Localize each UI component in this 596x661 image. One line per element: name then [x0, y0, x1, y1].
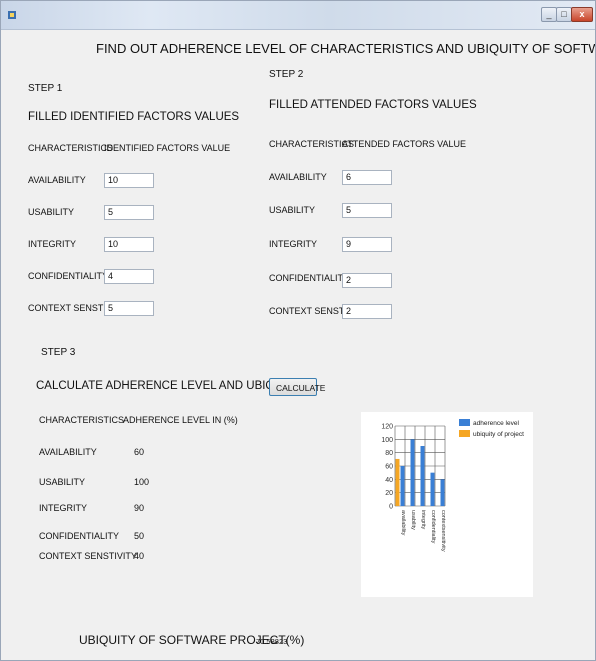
page-title: FIND OUT ADHERENCE LEVEL OF CHARACTERIST… — [96, 41, 595, 56]
chart-x-tick-label: integrity — [420, 510, 426, 530]
chart-bar-adherence — [410, 439, 415, 506]
step3-label-usability: USABILITY — [39, 477, 86, 487]
step3-usability-value: 100 — [134, 477, 150, 487]
step1-col-characteristics: CHARACTERISTICS — [28, 143, 114, 153]
step2-confidentiality-input[interactable]: 2 — [342, 273, 392, 288]
step3-availability-value: 60 — [134, 447, 145, 457]
legend-label-ubiquity: ubiquity of project — [473, 431, 524, 438]
step1-context-sensitivity-input[interactable]: 5 — [104, 301, 154, 316]
step2-col-value: ATTENDED FACTORS VALUE — [342, 139, 467, 149]
chart-x-tick-label: contextsensitivity — [440, 510, 446, 552]
chart-y-tick-label: 40 — [385, 477, 393, 484]
chart-x-tick-label: confidentiality — [430, 510, 436, 544]
adherence-chart-svg: 0 20 40 60 80 100 120 availability usability inte… — [381, 419, 524, 552]
app-icon — [7, 10, 17, 20]
step3-integrity-value: 90 — [134, 503, 145, 513]
calculate-button[interactable]: CALCULATE — [269, 378, 325, 396]
chart-bar-adherence — [440, 479, 445, 506]
chart-x-tick-label: usability — [410, 510, 416, 530]
step1-label: STEP 1 — [28, 83, 63, 94]
step3-label-integrity: INTEGRITY — [39, 503, 88, 513]
step2-label-integrity: INTEGRITY — [269, 239, 318, 249]
step3-label-context-sensitivity: CONTEXT SENSTIVITY — [39, 551, 137, 561]
legend-swatch-ubiquity — [459, 430, 470, 437]
step3-label-availability: AVAILABILITY — [39, 447, 97, 457]
chart-y-tick-label: 0 — [389, 504, 393, 511]
step2-label-availability: AVAILABILITY — [269, 172, 327, 182]
step2-label: STEP 2 — [269, 69, 304, 80]
app-window: _ □ x FIND OUT ADHERENCE LEVEL OF CHARAC… — [0, 0, 596, 661]
step2-heading: FILLED ATTENDED FACTORS VALUES — [269, 99, 477, 111]
step3-label-confidentiality: CONFIDENTIALITY — [39, 531, 120, 541]
chart-bar-adherence — [400, 466, 405, 506]
title-bar[interactable]: _ □ x — [1, 1, 595, 30]
step1-label-integrity: INTEGRITY — [28, 239, 77, 249]
chart-bar-ubiquity — [395, 458, 400, 506]
step3-heading: CALCULATE ADHERENCE LEVEL AND UBIQUITY — [36, 380, 301, 392]
chart-y-tick-label: 100 — [381, 437, 393, 444]
step1-label-availability: AVAILABILITY — [28, 175, 86, 185]
step2-usability-input[interactable]: 5 — [342, 203, 392, 218]
step2-context-sensitivity-input[interactable]: 2 — [342, 304, 392, 319]
step1-availability-input[interactable]: 10 — [104, 173, 154, 188]
chart-y-tick-label: 60 — [385, 464, 393, 471]
chart-y-tick-label: 120 — [381, 424, 393, 431]
step1-confidentiality-input[interactable]: 4 — [104, 269, 154, 284]
legend-label-adherence: adherence level — [473, 420, 519, 427]
step3-label: STEP 3 — [41, 347, 76, 358]
step3-col-characteristics: CHARACTERISTICS — [39, 415, 125, 425]
step1-usability-input[interactable]: 5 — [104, 205, 154, 220]
step2-label-confidentiality: CONFIDENTIALITY — [269, 273, 350, 283]
step3-context-sensitivity-value: 40 — [134, 551, 145, 561]
step2-integrity-input[interactable]: 9 — [342, 237, 392, 252]
close-button[interactable]: x — [571, 7, 593, 22]
step1-heading: FILLED IDENTIFIED FACTORS VALUES — [28, 111, 240, 123]
step1-label-usability: USABILITY — [28, 207, 75, 217]
minimize-button[interactable]: _ — [541, 7, 557, 22]
chart-y-tick-label: 80 — [385, 450, 393, 457]
step1-integrity-input[interactable]: 10 — [104, 237, 154, 252]
chart-y-tick-label: 20 — [385, 490, 393, 497]
step2-label-usability: USABILITY — [269, 205, 316, 215]
step3-col-adherence: ADHERENCE LEVEL IN (%) — [123, 415, 238, 425]
step1-col-value: IDENTIFIED FACTORS VALUE — [104, 143, 231, 153]
adherence-chart: 0 20 40 60 80 100 120 availability usability inte… — [361, 412, 533, 597]
step2-availability-input[interactable]: 6 — [342, 170, 392, 185]
chart-x-tick-label: availability — [400, 510, 406, 536]
step3-confidentiality-value: 50 — [134, 531, 145, 541]
chart-bar-adherence — [420, 446, 425, 506]
maximize-button[interactable]: □ — [556, 7, 572, 22]
legend-swatch-adherence — [459, 419, 470, 426]
chart-bar-adherence — [430, 472, 435, 506]
ubiquity-value: 70.58823 — [256, 637, 288, 646]
step1-label-confidentiality: CONFIDENTIALITY — [28, 271, 109, 281]
